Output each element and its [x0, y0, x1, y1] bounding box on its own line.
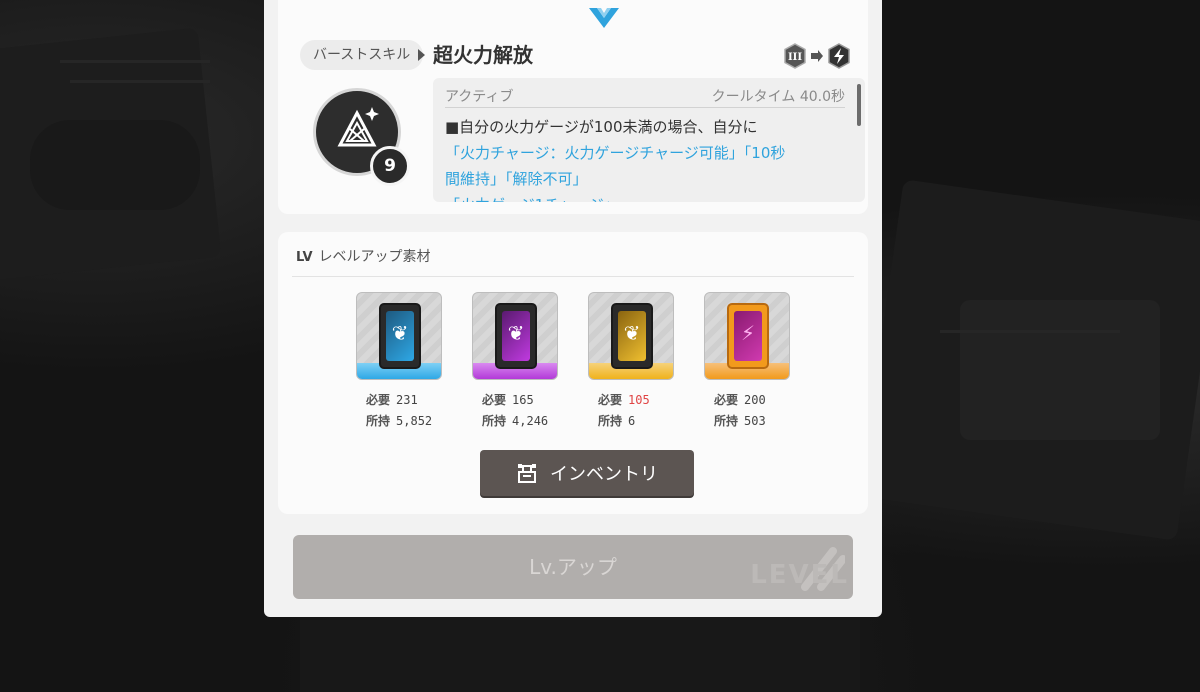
- brand-logo-icon: [589, 8, 619, 28]
- burst-skill-tag: バーストスキル: [300, 40, 424, 70]
- burst-stage-indicator: III: [784, 43, 850, 69]
- required-count: 231: [396, 393, 418, 407]
- material-item[interactable]: ⚡ 必要 200 所持 503: [704, 292, 794, 432]
- material-item[interactable]: ❦ 必要 165 所持 4,246: [472, 292, 562, 432]
- background-line: [940, 330, 1120, 333]
- lv-icon: LV: [296, 250, 313, 265]
- skill-description-box[interactable]: アクティブ クールタイム 40.0秒 ■自分の火力ゲージが100未満の場合、自分…: [433, 78, 865, 202]
- owned-count: 5,852: [396, 414, 433, 428]
- material-item[interactable]: ❦ 必要 231 所持 5,852: [356, 292, 446, 432]
- background-line: [60, 60, 210, 63]
- bolt-icon: [828, 43, 850, 69]
- cooldown-text: クールタイム 40.0秒: [711, 89, 845, 105]
- required-count-insufficient: 105: [628, 393, 650, 407]
- material-item[interactable]: ❦ 必要 105 所持 6: [588, 292, 678, 432]
- inventory-icon: [518, 464, 536, 483]
- leaf-icon: ❦: [507, 321, 525, 345]
- level-watermark: LEVEL: [750, 560, 849, 590]
- core-chip-icon: ❦: [611, 303, 653, 369]
- roman-three-icon: III: [784, 43, 806, 69]
- material-tile[interactable]: ❦: [472, 292, 558, 380]
- level-up-button-label: Lv.アップ: [529, 555, 617, 579]
- inventory-button[interactable]: インベントリ: [480, 450, 694, 496]
- skill-type: アクティブ: [445, 89, 514, 105]
- description-header: アクティブ クールタイム 40.0秒: [445, 86, 845, 108]
- materials-title: LV レベルアップ素材: [296, 246, 431, 269]
- svg-text:III: III: [788, 52, 802, 63]
- owned-count: 4,246: [512, 414, 549, 428]
- description-scrollbar[interactable]: [857, 84, 861, 126]
- skill-upgrade-panel: バーストスキル 超火力解放 III 9 アクティブ クールタイム 40.0秒 ■…: [264, 0, 882, 617]
- material-counts: 必要 165 所持 4,246: [482, 393, 549, 428]
- caret-right-icon: [418, 49, 425, 61]
- background-machine-left-part: [30, 120, 200, 210]
- description-line-highlight: 「火力ゲージ1チャージ」: [445, 192, 845, 202]
- core-chip-icon: ❦: [379, 303, 421, 369]
- required-count: 200: [744, 393, 766, 407]
- bolt-icon: ⚡: [740, 321, 756, 345]
- owned-count: 503: [744, 414, 766, 428]
- skill-card: バーストスキル 超火力解放 III 9 アクティブ クールタイム 40.0秒 ■…: [278, 0, 868, 214]
- description-line: ■自分の火力ゲージが100未満の場合、自分に: [445, 118, 758, 136]
- background-floor: [300, 620, 860, 692]
- background-machine-right-part: [960, 300, 1160, 440]
- arrow-right-icon: [811, 50, 823, 62]
- leaf-icon: ❦: [391, 321, 409, 345]
- material-counts: 必要 231 所持 5,852: [366, 393, 433, 428]
- core-chip-icon: ⚡: [727, 303, 769, 369]
- materials-card: LV レベルアップ素材 ❦ 必要 231 所持 5,852 ❦ 必要 165 所…: [278, 232, 868, 514]
- skill-name: 超火力解放: [433, 43, 533, 67]
- required-count: 165: [512, 393, 534, 407]
- material-tile[interactable]: ❦: [588, 292, 674, 380]
- leaf-icon: ❦: [623, 321, 641, 345]
- material-tile[interactable]: ❦: [356, 292, 442, 380]
- background-line: [70, 80, 210, 83]
- description-line-highlight: 「火力チャージ：火力ゲージチャージ可能」「10秒: [445, 144, 786, 162]
- skill-level-badge: 9: [370, 146, 410, 186]
- core-chip-icon: ❦: [495, 303, 537, 369]
- level-up-button[interactable]: Lv.アップ LEVEL: [293, 535, 853, 599]
- owned-count: 6: [628, 414, 636, 428]
- description-text: ■自分の火力ゲージが100未満の場合、自分に 「火力チャージ：火力ゲージチャージ…: [445, 114, 845, 202]
- material-counts: 必要 200 所持 503: [714, 393, 766, 428]
- materials-title-text: レベルアップ素材: [318, 249, 431, 265]
- description-line-highlight: 間維持」「解除不可」: [445, 170, 588, 188]
- divider: [292, 276, 854, 277]
- inventory-button-label: インベントリ: [550, 464, 658, 485]
- material-counts: 必要 105 所持 6: [598, 393, 650, 428]
- material-tile[interactable]: ⚡: [704, 292, 790, 380]
